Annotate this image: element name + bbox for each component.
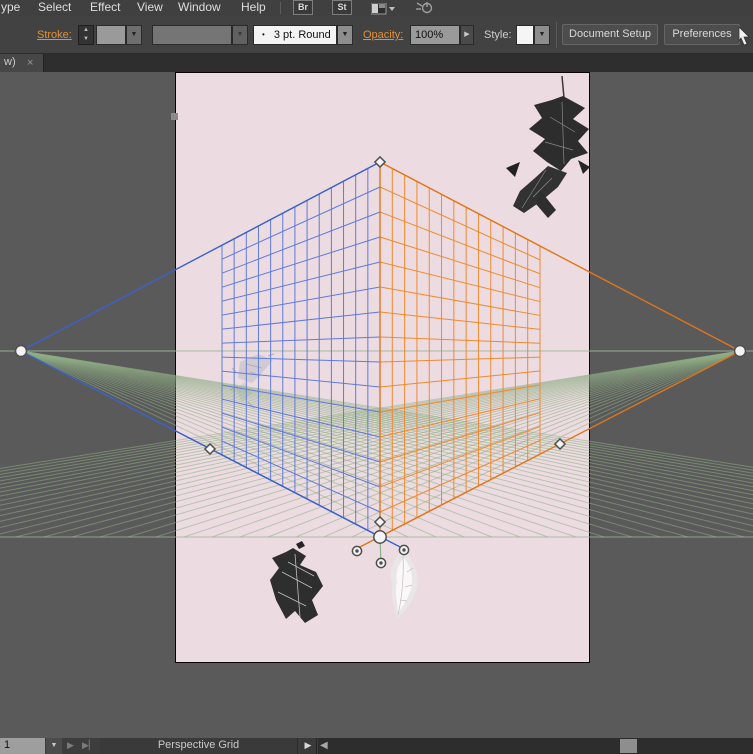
stroke-weight-stepper[interactable]: ▲ ▼ xyxy=(78,25,94,45)
menu-effect[interactable]: Effect xyxy=(90,0,120,16)
apex-extent-handle[interactable] xyxy=(373,155,387,169)
menu-view[interactable]: View xyxy=(137,0,163,16)
menu-select[interactable]: Select xyxy=(38,0,71,16)
brush-definition-field[interactable]: • 3 pt. Round xyxy=(253,25,337,45)
last-artboard-icon[interactable]: ▶▏ xyxy=(82,738,96,754)
scrollbar-thumb[interactable] xyxy=(620,739,637,753)
perspective-grid xyxy=(0,155,753,569)
stroke-weight-dropdown-icon[interactable]: ▼ xyxy=(126,25,142,45)
left-plane-top-extent xyxy=(20,161,381,352)
artboard-number-field[interactable]: 1 xyxy=(0,738,45,754)
opacity-value-field[interactable]: 100% xyxy=(410,25,460,45)
menu-help[interactable]: Help xyxy=(241,0,266,16)
bridge-icon[interactable]: Br xyxy=(293,0,313,15)
brush-dropdown-icon[interactable]: ▼ xyxy=(337,25,353,45)
preferences-button[interactable]: Preferences xyxy=(664,24,740,45)
grid-origin-handle[interactable] xyxy=(373,530,387,544)
right-plane-top-extent xyxy=(379,161,741,352)
tab-close-icon[interactable]: × xyxy=(27,55,33,72)
status-menu-icon[interactable]: ▶ xyxy=(300,738,317,754)
right-ground-level-handle-dot xyxy=(402,548,406,552)
document-tab-bar: w) × xyxy=(0,54,753,72)
scroll-left-icon[interactable]: ◀ xyxy=(320,738,334,754)
style-label: Style: xyxy=(484,29,512,41)
status-bar: 1 ▼ ▶ ▶▏ Perspective Grid ▶ ◀ xyxy=(0,738,753,754)
stroke-weight-value[interactable] xyxy=(96,25,126,45)
left-ground-level-handle-dot xyxy=(355,549,359,553)
document-tab[interactable]: w) × xyxy=(0,54,44,72)
width-profile-dropdown-icon[interactable]: ▼ xyxy=(232,25,248,45)
document-canvas[interactable] xyxy=(0,72,753,738)
stroke-link[interactable]: Stroke: xyxy=(37,29,72,41)
menu-bar: ype Select Effect View Window Help Br St xyxy=(0,0,753,16)
right-vanishing-point-handle[interactable] xyxy=(733,344,747,358)
ground-plane-handle-dot xyxy=(379,561,383,565)
width-profile-dropdown[interactable] xyxy=(152,25,232,45)
stock-icon[interactable]: St xyxy=(332,0,352,15)
style-dropdown-icon[interactable]: ▼ xyxy=(534,25,550,45)
next-artboard-icon[interactable]: ▶ xyxy=(67,738,74,754)
artboard-number-dropdown-icon[interactable]: ▼ xyxy=(46,738,62,754)
left-vanishing-point-handle[interactable] xyxy=(14,344,28,358)
control-bar: Stroke: ▲ ▼ ▼ ▼ • 3 pt. Round ▼ Opacity:… xyxy=(0,16,753,54)
pointer-cursor-icon xyxy=(737,26,753,53)
horizontal-scrollbar[interactable]: ◀ xyxy=(318,738,753,754)
stepper-down-icon[interactable]: ▼ xyxy=(79,35,93,44)
document-setup-button[interactable]: Document Setup xyxy=(562,24,658,45)
controlbar-separator xyxy=(556,22,557,48)
document-tab-label: w) xyxy=(4,56,16,68)
menu-window[interactable]: Window xyxy=(178,0,221,16)
menubar-separator xyxy=(280,2,281,14)
brush-value: 3 pt. Round xyxy=(273,29,331,41)
opacity-slider-icon[interactable]: ▶ xyxy=(460,25,474,45)
opacity-link[interactable]: Opacity: xyxy=(363,29,403,41)
brush-bullet: • xyxy=(262,30,265,39)
stepper-up-icon[interactable]: ▲ xyxy=(79,26,93,35)
style-swatch[interactable] xyxy=(516,25,534,45)
menu-type[interactable]: ype xyxy=(1,0,20,16)
status-display[interactable]: Perspective Grid xyxy=(100,738,298,754)
